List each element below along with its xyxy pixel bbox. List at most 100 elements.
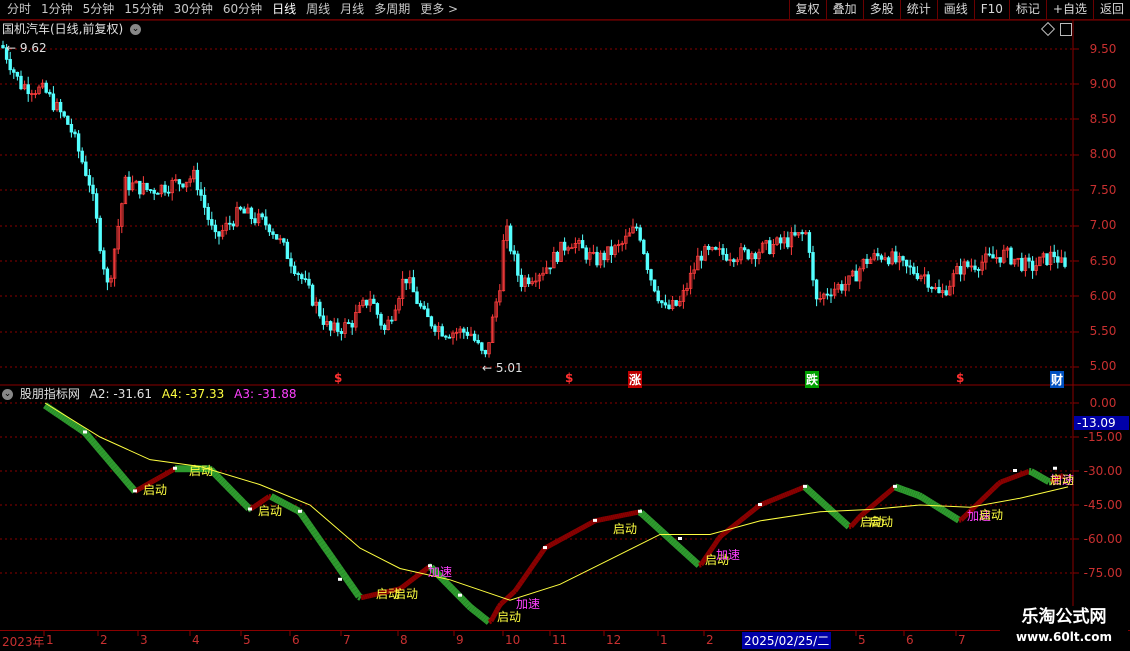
wave-segment [471, 608, 473, 610]
candle-body [214, 225, 217, 232]
candle-body [563, 242, 566, 250]
wave-segment [1011, 477, 1013, 478]
wave-segment [551, 544, 553, 545]
candle-body [128, 177, 131, 190]
wave-segment [527, 571, 529, 574]
wave-segment [687, 554, 689, 556]
price-axis-label: 7.50 [1078, 183, 1128, 197]
wave-segment [645, 516, 647, 518]
wave-segment [979, 501, 981, 503]
wave-segment [129, 484, 131, 486]
wave-segment [481, 616, 483, 618]
wave-segment [731, 526, 733, 528]
candle-body [556, 252, 559, 261]
wave-segment [573, 532, 575, 533]
arrow-icon: ← [482, 361, 492, 375]
wave-segment [311, 528, 313, 531]
panel-toggle-icon[interactable] [1060, 23, 1072, 36]
candle-body [81, 151, 84, 162]
wave-segment [541, 551, 543, 554]
candle-body [445, 336, 448, 337]
wave-segment [253, 506, 255, 507]
candle-body [88, 175, 91, 185]
wave-segment [931, 503, 933, 504]
candle-body [905, 260, 908, 266]
wave-segment [51, 409, 53, 410]
wave-segment [737, 522, 739, 524]
wave-segment [467, 604, 469, 606]
wave-segment [161, 476, 163, 477]
indicator-axis-label: -45.00 [1078, 498, 1128, 512]
candle-body [337, 323, 340, 331]
candle-body [434, 326, 437, 331]
candle-body [178, 180, 181, 184]
wave-segment [881, 497, 883, 499]
candle-body [106, 269, 109, 282]
candle-body [877, 254, 880, 256]
candle-body [945, 291, 948, 295]
wave-segment [565, 536, 567, 537]
chevron-down-icon[interactable]: ⌄ [130, 24, 141, 35]
wave-segment [117, 470, 119, 472]
wave-segment [445, 582, 447, 584]
wave-segment [941, 509, 943, 510]
wave-segment [63, 418, 65, 419]
wave-segment [771, 500, 773, 501]
candle-body [95, 194, 98, 219]
candle-body [830, 295, 833, 296]
wave-segment [917, 495, 919, 496]
wave-segment [513, 591, 515, 593]
candle-body [232, 224, 235, 226]
event-marker[interactable]: $ [565, 371, 573, 385]
candle-body [52, 94, 55, 110]
wave-segment [887, 492, 889, 494]
wave-segment [653, 524, 655, 526]
wave-segment [537, 557, 539, 560]
wave-segment [533, 562, 535, 565]
candle-body [664, 303, 667, 305]
candle-body [733, 260, 736, 262]
candle-body [603, 253, 606, 259]
event-marker[interactable]: $ [334, 371, 342, 385]
wave-segment [901, 489, 903, 490]
signal-label: 加速 [428, 566, 452, 579]
candle-body [466, 332, 469, 335]
candle-body [477, 340, 480, 342]
wave-segment [107, 458, 109, 460]
wave-segment [75, 426, 77, 427]
event-marker[interactable]: $ [956, 371, 964, 385]
wave-segment [81, 430, 83, 431]
wave-segment [751, 511, 753, 513]
signal-label: 启动 [497, 611, 521, 624]
candle-body [423, 306, 426, 309]
wave-segment [991, 489, 993, 491]
wave-segment [925, 499, 927, 500]
wave-segment [289, 506, 291, 507]
wave-segment [217, 476, 219, 478]
wave-segment [767, 501, 769, 502]
event-marker[interactable]: 跌 [805, 371, 819, 388]
wave-segment [775, 498, 777, 499]
wave-segment [89, 437, 91, 439]
wave-segment [463, 600, 465, 602]
wave-segment [733, 525, 735, 527]
wave-segment [265, 498, 267, 499]
chart-canvas[interactable] [0, 0, 1130, 650]
turn-marker [298, 510, 302, 513]
wave-segment [485, 619, 487, 621]
wave-segment [809, 490, 811, 492]
wave-segment [67, 420, 69, 421]
event-marker[interactable]: 财 [1050, 371, 1064, 388]
wave-segment [987, 493, 989, 495]
wave-segment [1043, 478, 1045, 479]
wave-segment [331, 556, 333, 559]
chevron-down-icon[interactable]: ⌄ [2, 389, 13, 400]
candle-body [139, 181, 142, 194]
wave-segment [517, 585, 519, 588]
candle-body [700, 256, 703, 260]
candle-body [200, 190, 203, 196]
candle-body [841, 284, 844, 290]
wave-segment [73, 424, 75, 425]
event-marker[interactable]: 涨 [628, 371, 642, 388]
wave-segment [1001, 481, 1003, 482]
